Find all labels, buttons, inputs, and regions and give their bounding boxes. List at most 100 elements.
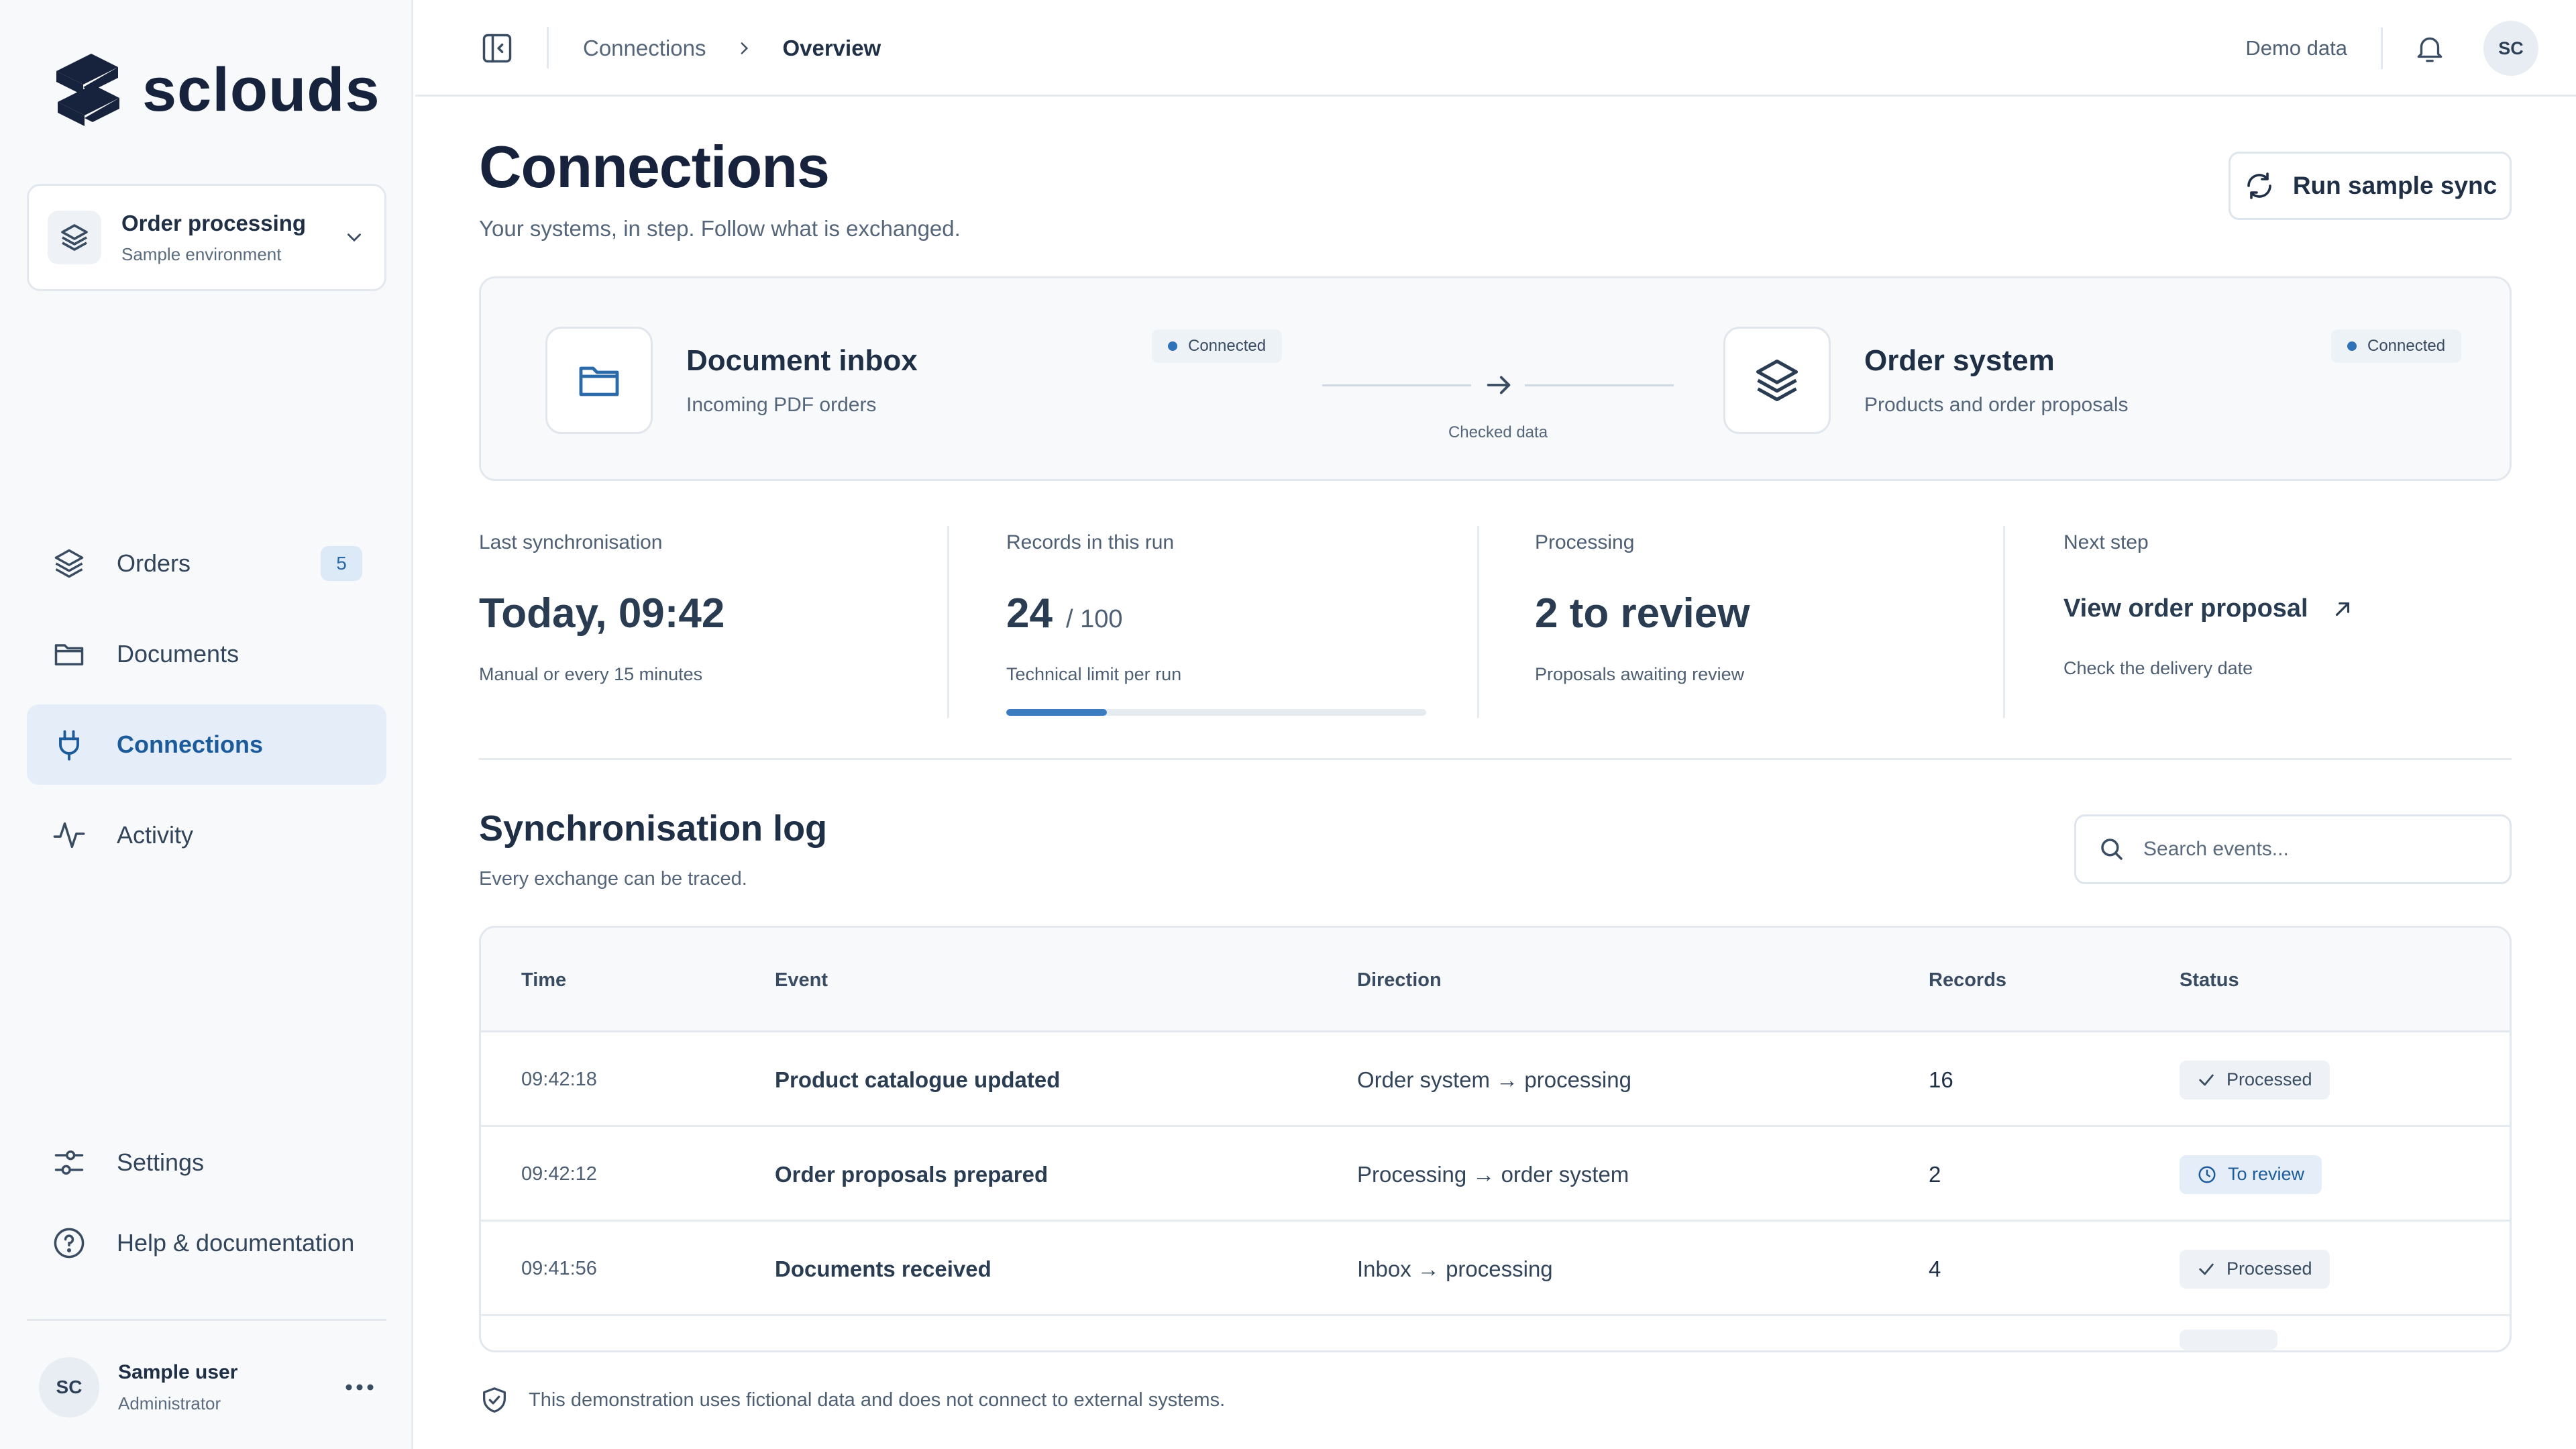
- brand-logo[interactable]: sclouds: [51, 51, 380, 129]
- section-divider: [479, 758, 2512, 760]
- sidebar-item-label: Settings: [117, 1148, 205, 1176]
- source-subtitle: Incoming PDF orders: [686, 394, 877, 416]
- source-title: Document inbox: [686, 344, 918, 377]
- run-sample-sync-label: Run sample sync: [2292, 172, 2498, 199]
- folder-icon: [545, 327, 653, 434]
- environment-title: Order processing: [121, 210, 307, 235]
- demo-data-label[interactable]: Demo data: [2245, 36, 2347, 60]
- user-role: Administrator: [118, 1393, 221, 1413]
- log-subtitle: Every exchange can be traced.: [479, 868, 747, 890]
- view-order-proposal-link[interactable]: View order proposal: [2063, 594, 2506, 623]
- page-subtitle: Your systems, in step. Follow what is ex…: [479, 216, 961, 241]
- search-box[interactable]: [2074, 814, 2512, 884]
- user-profile[interactable]: SC Sample user Administrator: [39, 1354, 374, 1421]
- search-input[interactable]: [2143, 838, 2488, 861]
- sidebar-nav: Orders 5 Documents Connections Activity: [27, 523, 386, 885]
- sidebar-toggle-icon[interactable]: [480, 31, 515, 66]
- records-progress-bar: [1006, 709, 1426, 716]
- processing-value: 2 to review: [1535, 590, 1750, 637]
- data-flow-connector: Checked data: [1322, 364, 1674, 445]
- sidebar-item-label: Connections: [117, 731, 264, 758]
- column-time[interactable]: Time: [521, 928, 566, 1032]
- folder-icon: [51, 636, 87, 672]
- cell-records: 2: [1929, 1161, 1941, 1187]
- layers-icon: [1723, 327, 1831, 434]
- status-badge: Processed: [2180, 1060, 2330, 1099]
- user-name: Sample user: [118, 1360, 238, 1383]
- plug-icon: [51, 727, 87, 763]
- activity-icon: [51, 817, 87, 853]
- column-records[interactable]: Records: [1929, 928, 2006, 1032]
- bell-icon[interactable]: [2410, 28, 2450, 68]
- table-row[interactable]: 09:42:12 Order proposals prepared Proces…: [481, 1127, 2510, 1222]
- column-event[interactable]: Event: [775, 928, 828, 1032]
- sliders-icon: [51, 1144, 87, 1181]
- sync-stats: Last synchronisation Today, 09:42 Manual…: [479, 526, 2512, 727]
- sidebar-item-connections[interactable]: Connections: [27, 704, 386, 785]
- stat-last-sync: Last synchronisation Today, 09:42 Manual…: [479, 526, 949, 727]
- sidebar-item-label: Help & documentation: [117, 1229, 355, 1256]
- environment-switcher[interactable]: Order processing Sample environment: [27, 184, 386, 291]
- records-limit: / 100: [1065, 605, 1123, 633]
- sidebar-item-documents[interactable]: Documents: [27, 614, 386, 694]
- column-status[interactable]: Status: [2180, 928, 2239, 1032]
- sclouds-logo-icon: [56, 54, 119, 126]
- cell-direction: Processing → order system: [1357, 1161, 1629, 1187]
- target-status-badge: Connected: [2331, 329, 2462, 363]
- target-system[interactable]: Order system Products and order proposal…: [1723, 327, 2129, 434]
- chevron-down-icon[interactable]: [343, 226, 366, 249]
- sidebar-item-label: Documents: [117, 640, 239, 667]
- sidebar-divider: [27, 1319, 386, 1321]
- target-title: Order system: [1864, 344, 2055, 377]
- clock-icon: [2197, 1165, 2217, 1185]
- table-header: Time Event Direction Records Status: [481, 928, 2510, 1032]
- avatar[interactable]: SC: [2483, 21, 2538, 76]
- breadcrumb-overview: Overview: [782, 36, 881, 60]
- check-icon: [2197, 1260, 2216, 1279]
- sidebar-item-settings[interactable]: Settings: [27, 1122, 386, 1203]
- shield-check-icon: [479, 1385, 510, 1415]
- help-icon: [51, 1225, 87, 1261]
- arrow-right-icon: [1483, 370, 1514, 400]
- sidebar-item-orders[interactable]: Orders 5: [27, 523, 386, 604]
- connection-card: Document inbox Incoming PDF orders Conne…: [479, 276, 2512, 481]
- breadcrumb: Connections Overview: [583, 0, 881, 97]
- status-badge: Processed: [2180, 1249, 2330, 1289]
- cell-time: 09:42:18: [521, 1069, 597, 1090]
- top-bar: Connections Overview Demo data SC: [415, 0, 2576, 97]
- check-icon: [2197, 1071, 2216, 1089]
- stat-records: Records in this run 24/ 100 Technical li…: [1006, 526, 1476, 727]
- table-row[interactable]: 09:41:56 Documents received Inbox → proc…: [481, 1222, 2510, 1316]
- column-direction[interactable]: Direction: [1357, 928, 1442, 1032]
- sidebar-item-activity[interactable]: Activity: [27, 795, 386, 875]
- search-icon: [2098, 835, 2126, 863]
- avatar: SC: [39, 1357, 99, 1417]
- cell-event: Documents received: [775, 1256, 991, 1281]
- stat-processing: Processing 2 to review Proposals awaitin…: [1535, 526, 2004, 727]
- run-sample-sync-button[interactable]: Run sample sync: [2229, 152, 2512, 220]
- cell-event: Product catalogue updated: [775, 1067, 1061, 1092]
- sync-log-table: Time Event Direction Records Status 09:4…: [479, 926, 2512, 1352]
- page-title: Connections: [479, 133, 830, 200]
- arrow-up-right-icon: [2331, 598, 2354, 621]
- chevron-right-icon: [735, 40, 753, 57]
- records-progress-fill: [1006, 709, 1108, 716]
- sidebar-item-help[interactable]: Help & documentation: [27, 1203, 386, 1283]
- cell-direction: Order system → processing: [1357, 1067, 1631, 1092]
- log-title: Synchronisation log: [479, 808, 828, 849]
- sidebar-item-label: Activity: [117, 821, 194, 849]
- cell-time: 09:41:56: [521, 1258, 597, 1279]
- status-badge: To review: [2180, 1155, 2322, 1194]
- stat-next-step: Next step View order proposal Check the …: [2063, 526, 2506, 727]
- more-options-icon[interactable]: [345, 1383, 374, 1392]
- breadcrumb-connections[interactable]: Connections: [583, 36, 706, 61]
- brand-name: sclouds: [142, 56, 380, 124]
- cell-event: Order proposals prepared: [775, 1161, 1049, 1187]
- source-system[interactable]: Document inbox Incoming PDF orders: [545, 327, 918, 434]
- footer-note: This demonstration uses fictional data a…: [479, 1385, 1225, 1415]
- cell-direction: Inbox → processing: [1357, 1256, 1553, 1281]
- cell-records: 4: [1929, 1256, 1941, 1281]
- table-row-partial: [481, 1316, 2510, 1350]
- sidebar-bottom-nav: Settings Help & documentation: [27, 1122, 386, 1283]
- table-row[interactable]: 09:42:18 Product catalogue updated Order…: [481, 1032, 2510, 1127]
